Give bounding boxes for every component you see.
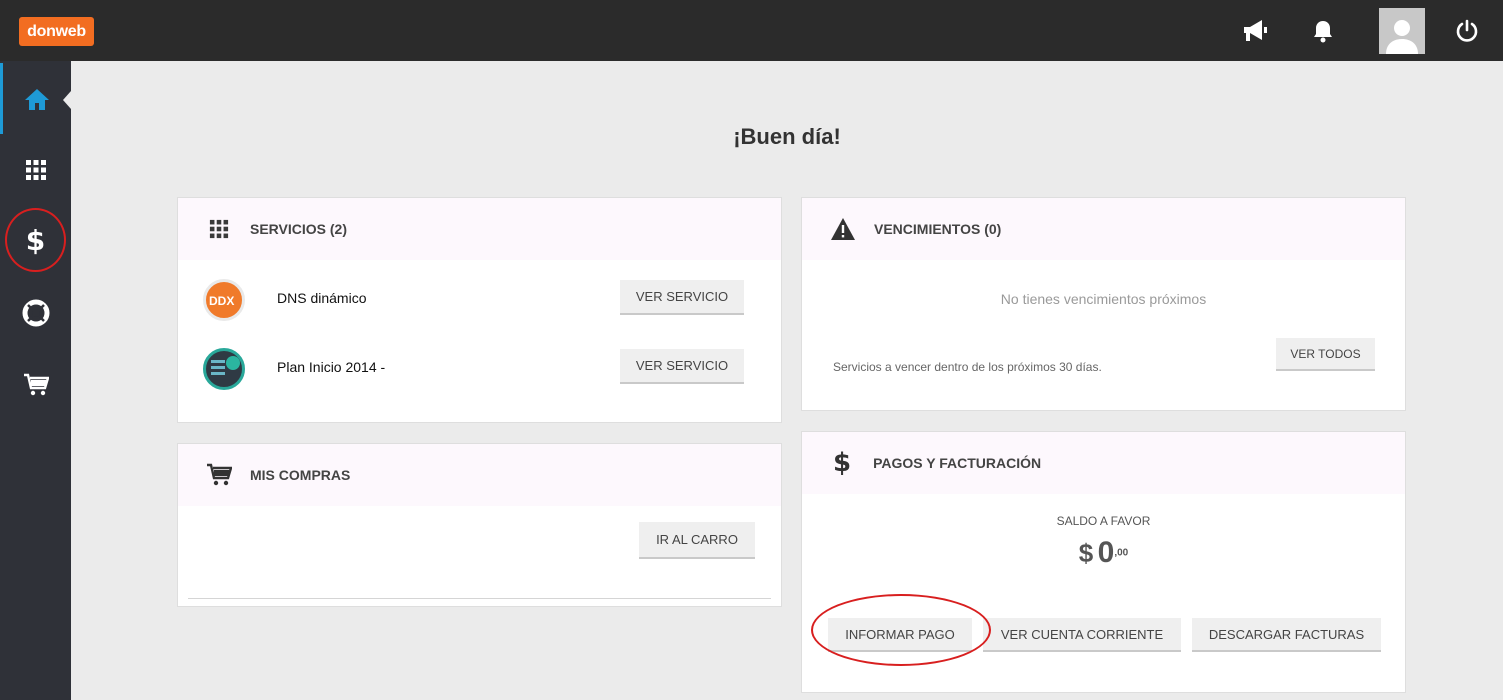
divider (188, 598, 771, 599)
currency-symbol: $ (1078, 538, 1094, 568)
user-avatar[interactable] (1379, 8, 1425, 54)
expirations-header: VENCIMIENTOS (0) (802, 198, 1405, 260)
view-service-button[interactable]: VER SERVICIO (620, 280, 744, 315)
lifebuoy-icon (22, 299, 49, 326)
list-item: Plan Inicio 2014 - VER SERVICIO (178, 344, 781, 394)
purchases-title: MIS COMPRAS (250, 467, 351, 483)
dollar-icon: $ (833, 448, 852, 478)
view-service-button[interactable]: VER SERVICIO (620, 349, 744, 384)
view-account-button[interactable]: VER CUENTA CORRIENTE (983, 618, 1181, 652)
sidebar: $ (0, 61, 71, 700)
empty-state-text: No tienes vencimientos próximos (1000, 291, 1207, 307)
sidebar-active-pointer (63, 91, 71, 109)
amount-integer: 0 (1097, 536, 1115, 569)
dollar-icon: $ (25, 224, 46, 257)
megaphone-icon[interactable] (1238, 0, 1272, 61)
grid-icon (209, 219, 229, 239)
grid-icon (25, 159, 46, 180)
payments-title: PAGOS Y FACTURACIÓN (873, 455, 1042, 471)
expirations-card: VENCIMIENTOS (0) No tienes vencimientos … (801, 197, 1406, 411)
balance-label: SALDO A FAVOR (1056, 514, 1151, 528)
inform-payment-button[interactable]: INFORMAR PAGO (828, 618, 972, 652)
download-invoices-button[interactable]: DESCARGAR FACTURAS (1192, 618, 1381, 652)
payments-card: $ PAGOS Y FACTURACIÓN SALDO A FAVOR $ 0,… (801, 431, 1406, 693)
svg-text:DDX: DDX (209, 294, 234, 308)
expirations-note: Servicios a vencer dentro de los próximo… (833, 360, 1102, 374)
hosting-service-logo (203, 348, 245, 390)
list-item: DDX DNS dinámico VER SERVICIO (178, 275, 781, 325)
sidebar-item-billing[interactable]: $ (0, 205, 71, 276)
purchases-card: MIS COMPRAS IR AL CARRO (177, 443, 782, 607)
services-header: SERVICIOS (2) (178, 198, 781, 260)
sidebar-item-support[interactable] (0, 277, 71, 348)
donweb-logo[interactable]: donweb (19, 17, 94, 46)
service-name: DNS dinámico (277, 290, 367, 306)
services-card: SERVICIOS (2) DDX DNS dinámico VER SERVI… (177, 197, 782, 423)
warning-icon (831, 218, 855, 240)
purchases-header: MIS COMPRAS (178, 444, 781, 506)
top-bar: donweb (0, 0, 1503, 61)
amount-cents: ,00 (1114, 547, 1129, 559)
bell-icon[interactable] (1308, 0, 1338, 61)
page-title: ¡Buen día! (733, 124, 841, 149)
power-icon[interactable] (1452, 0, 1482, 61)
sidebar-item-home[interactable] (0, 63, 71, 134)
expirations-title: VENCIMIENTOS (0) (874, 221, 1002, 237)
sidebar-item-cart[interactable] (0, 349, 71, 420)
service-name: Plan Inicio 2014 - (277, 359, 386, 375)
view-all-button[interactable]: VER TODOS (1276, 338, 1375, 371)
balance-amount: $ 0,00 (802, 536, 1405, 570)
sidebar-item-services[interactable] (0, 134, 71, 205)
cart-icon (23, 373, 49, 395)
dns-service-logo: DDX (203, 279, 245, 321)
payments-header: $ PAGOS Y FACTURACIÓN (802, 432, 1405, 494)
cart-icon (207, 463, 232, 486)
user-icon (1386, 20, 1418, 54)
home-icon (25, 88, 49, 110)
services-title: SERVICIOS (2) (250, 221, 347, 237)
go-to-cart-button[interactable]: IR AL CARRO (639, 522, 755, 559)
